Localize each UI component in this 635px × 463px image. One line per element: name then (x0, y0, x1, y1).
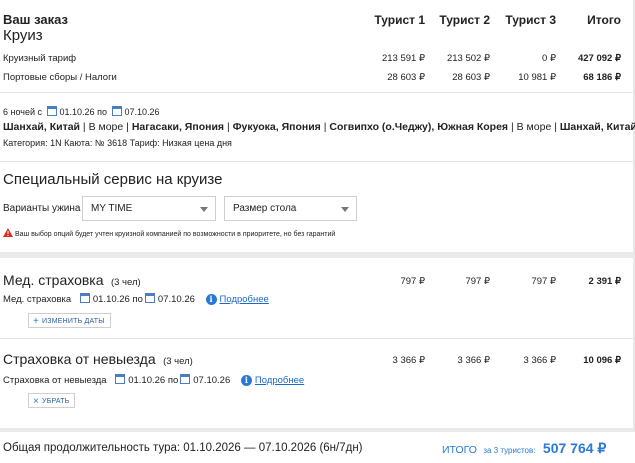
remove-label: убрать (42, 398, 70, 405)
close-icon: × (33, 396, 40, 407)
route-separator: | (508, 121, 517, 133)
cancel-insurance-t2: 3 366 ₽ (457, 355, 490, 366)
calendar-icon (46, 106, 57, 116)
calendar-icon (115, 374, 126, 384)
cancel-insurance-total: 10 096 ₽ (583, 355, 621, 366)
medical-insurance-count: (3 чел) (110, 277, 141, 288)
port-fees-t1: 28 603 ₽ (387, 72, 425, 83)
grand-total-label: ИТОГО (442, 444, 477, 456)
port-fees-t2: 28 603 ₽ (452, 72, 490, 83)
cancel-more-link[interactable]: Подробнее (255, 375, 304, 386)
change-dates-label: изменить даты (42, 318, 105, 325)
medical-date-to: 07.10.26 (157, 294, 195, 305)
info-icon: i (205, 294, 217, 305)
plus-icon: + (33, 316, 40, 327)
table-size-placeholder: Размер стола (233, 203, 297, 214)
cruise-fare-t3: 0 ₽ (542, 53, 556, 64)
cancel-insurance-title: Страховка от невыезда (3, 351, 156, 367)
cruise-fare-label: Круизный тариф (3, 53, 77, 64)
order-title: Ваш заказ (3, 12, 68, 27)
cruise-fare-total: 427 092 ₽ (577, 53, 621, 64)
route-stop: Согвипхо (о.Чеджу), Южная Корея (329, 121, 509, 133)
medical-insurance-title: Мед. страховка (3, 272, 104, 288)
medical-insurance-t1: 797 ₽ (400, 276, 425, 287)
route-stop: Шанхай, Китай (3, 121, 81, 133)
insurance-card: Мед. страховка (3 чел) 797 ₽ 797 ₽ 797 ₽… (0, 258, 633, 428)
medical-insurance-dates: Мед. страховка 01.10.26 по 07.10.26 i Подр… (3, 293, 269, 305)
calendar-icon (111, 106, 122, 116)
cancel-date-to: 07.10.26 (193, 375, 231, 386)
by-label: по (167, 375, 179, 386)
medical-insurance-t2: 797 ₽ (465, 276, 490, 287)
by-label: по (97, 107, 107, 117)
grand-total: ИТОГО за 3 туристов: 507 764 ₽ (442, 440, 606, 458)
order-subtitle: Круиз (3, 27, 43, 44)
grand-total-value: 507 764 ₽ (542, 440, 607, 456)
calendar-icon (79, 293, 90, 303)
cancel-insurance-title-line: Страховка от невыезда (3 чел) (3, 351, 193, 369)
chevron-down-icon (341, 207, 349, 212)
route-separator: | (80, 121, 89, 133)
order-footer: Общая продолжительность тура: 01.10.2026… (0, 432, 635, 463)
info-icon: i (240, 375, 252, 386)
grand-total-for: за 3 туристов: (483, 446, 536, 455)
calendar-icon (180, 374, 191, 384)
cruise-date-from: 01.10.26 (59, 107, 95, 117)
divider (0, 338, 633, 339)
cruise-route: Шанхай, Китай | В море | Нагасаки, Япони… (3, 121, 635, 133)
dinner-options-select[interactable]: MY TIME (82, 196, 216, 221)
medical-insurance-total: 2 391 ₽ (588, 276, 621, 287)
tourist-2-header: Турист 2 (439, 13, 490, 27)
special-service-title: Специальный сервис на круизе (3, 171, 223, 188)
calendar-icon (144, 293, 155, 303)
cruise-dates: 6 ночей с 01.10.26 по 07.10.26 (3, 106, 160, 117)
route-stop: Шанхай, Китай (559, 121, 635, 133)
cruise-fare-t1: 213 591 ₽ (381, 53, 425, 64)
port-fees-t3: 10 981 ₽ (518, 72, 556, 83)
cruise-fare-t2: 213 502 ₽ (446, 53, 490, 64)
divider (0, 161, 633, 162)
route-stop: Фукуока, Япония (232, 121, 321, 133)
cruise-details: Категория: 1N Каюта: № 3618 Тариф: Низка… (3, 138, 232, 148)
route-stop: Нагасаки, Япония (131, 121, 225, 133)
change-dates-button[interactable]: + изменить даты (28, 313, 111, 328)
cruise-date-to: 07.10.26 (124, 107, 160, 117)
order-card: Ваш заказ Круиз Турист 1 Турист 2 Турист… (0, 0, 635, 252)
cancel-insurance-count: (3 чел) (163, 356, 193, 367)
cancel-insurance-sub-label: Страховка от невыезда (3, 375, 107, 386)
port-fees-label: Портовые сборы / Налоги (3, 72, 117, 83)
by-label: по (132, 294, 143, 305)
dinner-options-label: Варианты ужина (3, 203, 81, 214)
cancel-date-from: 01.10.26 (128, 375, 166, 386)
medical-insurance-t3: 797 ₽ (531, 276, 556, 287)
cancel-insurance-t1: 3 366 ₽ (392, 355, 425, 366)
table-size-select[interactable]: Размер стола (224, 196, 357, 221)
chevron-down-icon (200, 207, 208, 212)
remove-insurance-button[interactable]: × убрать (28, 393, 76, 408)
tourist-3-header: Турист 3 (505, 13, 556, 27)
warning-icon (3, 228, 13, 237)
cancel-insurance-dates: Страховка от невыезда 01.10.26 по 07.10.2… (3, 374, 304, 386)
medical-more-link[interactable]: Подробнее (220, 294, 269, 305)
total-header: Итого (587, 13, 621, 27)
nights-label: 6 ночей с (3, 107, 43, 117)
tourist-1-header: Турист 1 (374, 13, 425, 27)
route-stop: В море (88, 121, 124, 133)
warning-note: Ваш выбор опций будет учтен круизной ком… (3, 228, 335, 238)
cancel-insurance-t3: 3 366 ₽ (523, 355, 556, 366)
medical-insurance-title-line: Мед. страховка (3 чел) (3, 272, 141, 290)
medical-insurance-sub-label: Мед. страховка (3, 294, 72, 305)
route-stop: В море (516, 121, 552, 133)
dinner-options-value: MY TIME (91, 203, 133, 214)
port-fees-total: 68 186 ₽ (583, 72, 621, 83)
divider (0, 92, 633, 93)
route-separator: | (551, 121, 560, 133)
medical-date-from: 01.10.26 (92, 294, 130, 305)
route-separator: | (224, 121, 233, 133)
route-separator: | (123, 121, 132, 133)
tour-duration: Общая продолжительность тура: 01.10.2026… (3, 442, 363, 454)
warning-text: Ваш выбор опций будет учтен круизной ком… (15, 231, 336, 238)
